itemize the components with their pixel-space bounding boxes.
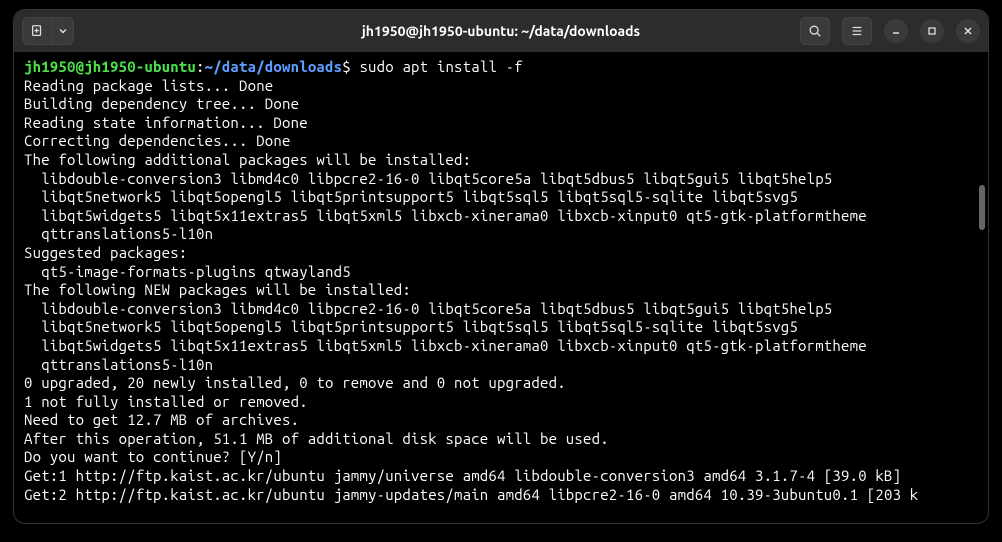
prompt-path: ~/data/downloads [205, 58, 343, 75]
output-line: libdouble-conversion3 libmd4c0 libpcre2-… [24, 170, 832, 187]
output-line: Correcting dependencies... Done [24, 132, 291, 149]
output-line: Get:1 http://ftp.kaist.ac.kr/ubuntu jamm… [24, 467, 901, 484]
output-line: libqt5network5 libqt5opengl5 libqt5print… [24, 318, 798, 335]
search-icon [808, 24, 822, 38]
output-line: 0 upgraded, 20 newly installed, 0 to rem… [24, 374, 566, 391]
output-line: libqt5widgets5 libqt5x11extras5 libqt5xm… [24, 207, 867, 224]
titlebar: jh1950@jh1950-ubuntu: ~/data/downloads [14, 10, 988, 52]
output-line: qttranslations5-l10n [24, 356, 213, 373]
output-line: The following additional packages will b… [24, 151, 471, 168]
minimize-icon [891, 26, 901, 36]
output-line: Reading package lists... Done [24, 77, 273, 94]
menu-button[interactable] [842, 17, 872, 45]
output-line: 1 not fully installed or removed. [24, 393, 308, 410]
output-line: Building dependency tree... Done [24, 95, 299, 112]
output-line: Do you want to continue? [Y/n] [24, 448, 282, 465]
output-line: After this operation, 51.1 MB of additio… [24, 430, 609, 447]
terminal-content[interactable]: jh1950@jh1950-ubuntu:~/data/downloads$ s… [14, 52, 988, 510]
output-line: The following NEW packages will be insta… [24, 281, 411, 298]
window-title: jh1950@jh1950-ubuntu: ~/data/downloads [362, 23, 640, 39]
output-line: Need to get 12.7 MB of archives. [24, 411, 299, 428]
chevron-down-icon [58, 26, 68, 36]
hamburger-icon [850, 24, 864, 38]
scrollbar-thumb[interactable] [979, 185, 985, 230]
output-line: libqt5network5 libqt5opengl5 libqt5print… [24, 188, 798, 205]
new-tab-icon [30, 24, 44, 38]
prompt-symbol: $ [342, 58, 359, 75]
close-icon [963, 26, 973, 36]
output-line: libdouble-conversion3 libmd4c0 libpcre2-… [24, 300, 832, 317]
prompt-user: jh1950@jh1950-ubuntu [24, 58, 196, 75]
output-line: Reading state information... Done [24, 114, 308, 131]
maximize-button[interactable] [920, 19, 944, 43]
tab-dropdown-button[interactable] [52, 17, 74, 45]
maximize-icon [927, 26, 937, 36]
titlebar-right [800, 17, 980, 45]
new-tab-button[interactable] [22, 17, 52, 45]
command-text: sudo apt install -f [359, 58, 522, 75]
output-line: qttranslations5-l10n [24, 225, 213, 242]
output-line: Suggested packages: [24, 244, 187, 261]
output-line: Get:2 http://ftp.kaist.ac.kr/ubuntu jamm… [24, 486, 918, 503]
titlebar-left [22, 17, 74, 45]
terminal-window: jh1950@jh1950-ubuntu: ~/data/downloads [13, 9, 989, 524]
prompt-separator: : [196, 58, 205, 75]
close-button[interactable] [956, 19, 980, 43]
search-button[interactable] [800, 17, 830, 45]
output-line: libqt5widgets5 libqt5x11extras5 libqt5xm… [24, 337, 867, 354]
minimize-button[interactable] [884, 19, 908, 43]
output-line: qt5-image-formats-plugins qtwayland5 [24, 263, 351, 280]
